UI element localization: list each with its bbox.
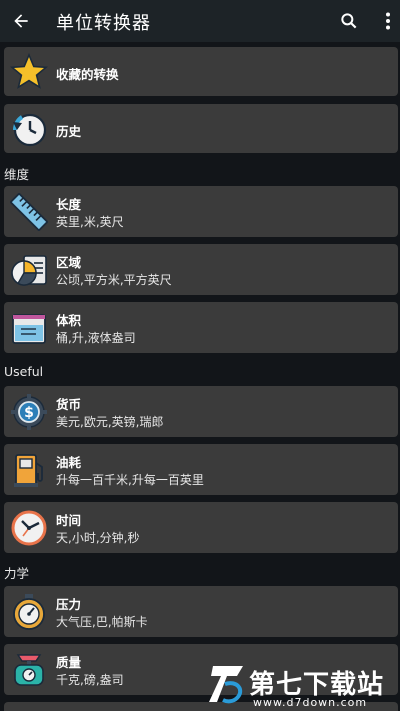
pressure-gauge-icon: [13, 593, 45, 630]
category-time[interactable]: 时间 天,小时,分钟,秒: [4, 502, 398, 553]
item-units: 天,小时,分钟,秒: [56, 531, 140, 545]
search-icon: [341, 13, 357, 29]
item-name: 体积: [56, 313, 82, 328]
page-title: 单位转换器: [56, 13, 151, 34]
watermark: 第七下载站 www.d7down.com: [205, 660, 400, 711]
svg-text:$: $: [24, 405, 34, 421]
item-units: 公顷,平方米,平方英尺: [56, 273, 172, 287]
item-name: 长度: [56, 197, 82, 212]
item-name: 历史: [56, 124, 82, 139]
section-header: 力学: [4, 566, 30, 581]
item-units: 大气压,巴,帕斯卡: [56, 615, 148, 629]
item-name: 货币: [56, 397, 82, 412]
item-name: 压力: [56, 597, 82, 612]
item-name: 油耗: [56, 455, 82, 470]
favorites-item[interactable]: 收藏的转换: [4, 47, 398, 96]
weight-scale-icon: [14, 653, 44, 686]
item-name: 收藏的转换: [56, 67, 119, 82]
history-icon: [13, 113, 47, 146]
beaker-icon: [12, 313, 46, 344]
category-currency[interactable]: $ 货币 美元,欧元,英镑,瑞郎: [4, 386, 398, 437]
section-header: Useful: [4, 364, 44, 379]
item-name: 质量: [56, 655, 82, 670]
fuel-pump-icon: [14, 453, 43, 487]
search-button[interactable]: [334, 6, 364, 36]
item-units: 美元,欧元,英镑,瑞郎: [56, 415, 164, 429]
item-name: 区域: [56, 255, 82, 270]
more-vert-icon: [386, 12, 390, 30]
app-bar: 单位转换器: [0, 0, 400, 42]
ruler-icon: [10, 192, 48, 231]
item-units: 千克,磅,盎司: [56, 673, 124, 687]
clock-icon: [11, 510, 47, 545]
history-item[interactable]: 历史: [4, 104, 398, 153]
item-units: 桶,升,液体盎司: [56, 331, 136, 345]
item-units: 升每一百千米,升每一百英里: [56, 473, 204, 487]
currency-gear-icon: $: [11, 393, 47, 430]
category-length[interactable]: 长度 英里,米,英尺: [4, 186, 398, 237]
section-header: 维度: [4, 167, 30, 182]
back-button[interactable]: [6, 6, 36, 36]
more-options-button[interactable]: [376, 6, 400, 36]
area-chart-icon: [11, 254, 47, 286]
category-fuel[interactable]: 油耗 升每一百千米,升每一百英里: [4, 444, 398, 495]
watermark-url: www.d7down.com: [253, 696, 368, 709]
item-name: 时间: [56, 513, 82, 528]
item-units: 英里,米,英尺: [56, 215, 124, 229]
star-icon: [10, 52, 48, 89]
arrow-left-icon: [14, 14, 28, 28]
category-area[interactable]: 区域 公顷,平方米,平方英尺: [4, 244, 398, 295]
watermark-logo-icon: [209, 666, 243, 704]
category-pressure[interactable]: 压力 大气压,巴,帕斯卡: [4, 586, 398, 637]
category-volume[interactable]: 体积 桶,升,液体盎司: [4, 302, 398, 353]
